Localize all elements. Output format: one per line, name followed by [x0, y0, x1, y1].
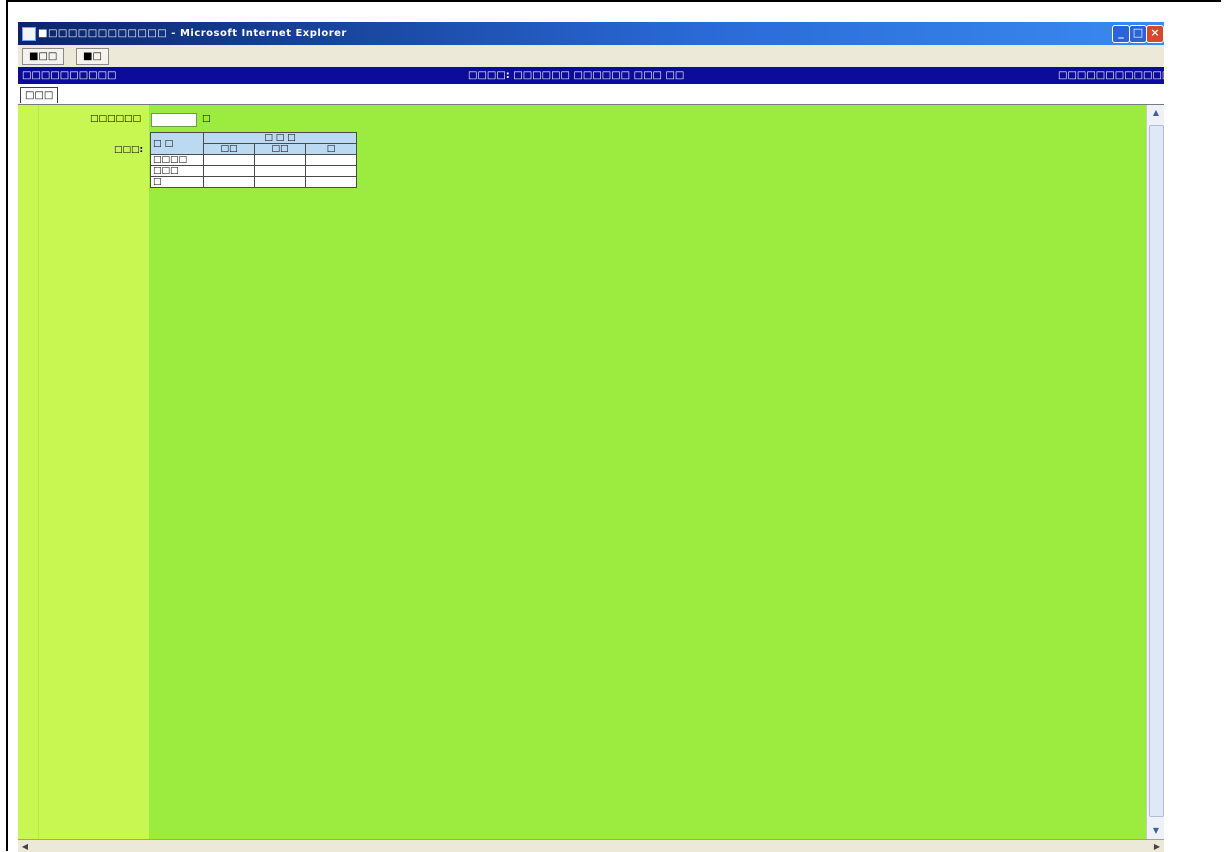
table-cell[interactable] [305, 165, 357, 177]
row-label: □□□□ [150, 154, 204, 166]
scroll-left-icon[interactable]: ◀ [18, 840, 32, 852]
window-title: ■□□□□□□□□□□□□ - Microsoft Internet Explo… [38, 28, 347, 39]
browser-window: ■□□□□□□□□□□□□ - Microsoft Internet Explo… [18, 22, 1164, 852]
table-cell[interactable] [254, 176, 306, 188]
pane-divider [38, 105, 39, 839]
table-header-col: □□ [203, 143, 255, 155]
main-content: □□□□□□ □□□: □ □ □ □ □ □ □□ □□ □ □□□□ □□□… [18, 105, 1146, 839]
app-title: □□□□□□□□□□ [22, 70, 117, 81]
field-label: □□□□□□ [90, 114, 142, 124]
table-cell[interactable] [305, 154, 357, 166]
table-cell[interactable] [203, 154, 255, 166]
scroll-down-icon[interactable]: ▼ [1147, 823, 1164, 839]
table-header-main: □ □ [150, 132, 204, 155]
table-header-col: □□ [254, 143, 306, 155]
table-cell[interactable] [203, 176, 255, 188]
table-cell[interactable] [254, 165, 306, 177]
maximize-button[interactable]: □ [1129, 25, 1147, 43]
horizontal-scrollbar[interactable]: ◀ ▶ [18, 839, 1164, 852]
window-titlebar[interactable]: ■□□□□□□□□□□□□ - Microsoft Internet Explo… [18, 22, 1164, 45]
app-toolbar: ■□□ ■□ [18, 45, 1164, 68]
scroll-thumb[interactable] [1149, 125, 1164, 817]
close-button[interactable]: × [1146, 25, 1164, 43]
table-row: □□□ [150, 165, 357, 177]
tab-strip: □□□ [18, 84, 1164, 105]
table-header-col: □ [305, 143, 357, 155]
left-label-pane: □□□□□□ □□□: [18, 105, 149, 839]
summary-table-wrap: □ □ □ □ □ □□ □□ □ □□□□ □□□ □ [150, 132, 357, 188]
vertical-scrollbar[interactable]: ▲ ▼ [1146, 105, 1164, 839]
table-label: □□□: [114, 145, 144, 155]
summary-table: □ □ □ □ □ □□ □□ □ □□□□ □□□ □ [150, 132, 357, 188]
tab-main[interactable]: □□□ [20, 87, 59, 103]
table-row: □ [150, 176, 357, 188]
table-cell[interactable] [203, 165, 255, 177]
back-button[interactable]: ■□□ [22, 48, 65, 65]
table-cell[interactable] [254, 154, 306, 166]
scroll-up-icon[interactable]: ▲ [1147, 105, 1164, 121]
table-row: □□□□ [150, 154, 357, 166]
row-label: □ [150, 176, 204, 188]
scroll-right-icon[interactable]: ▶ [1150, 840, 1164, 852]
ie-icon [22, 27, 36, 41]
count-input[interactable] [151, 113, 197, 127]
row-label: □□□ [150, 165, 204, 177]
minimize-button[interactable]: _ [1112, 25, 1130, 43]
next-button[interactable]: ■□ [76, 48, 109, 65]
user-info: □□□□: □□□□□□ □□□□□□ □□□ □□ [468, 70, 685, 81]
table-cell[interactable] [305, 176, 357, 188]
field-unit: □ [202, 114, 211, 124]
app-header-bar: □□□□□□□□□□ □□□□: □□□□□□ □□□□□□ □□□ □□ □□… [18, 67, 1164, 84]
table-header-group: □ □ □ [203, 132, 357, 144]
header-right-text: □□□□□□□□□□□□ [1058, 70, 1164, 81]
